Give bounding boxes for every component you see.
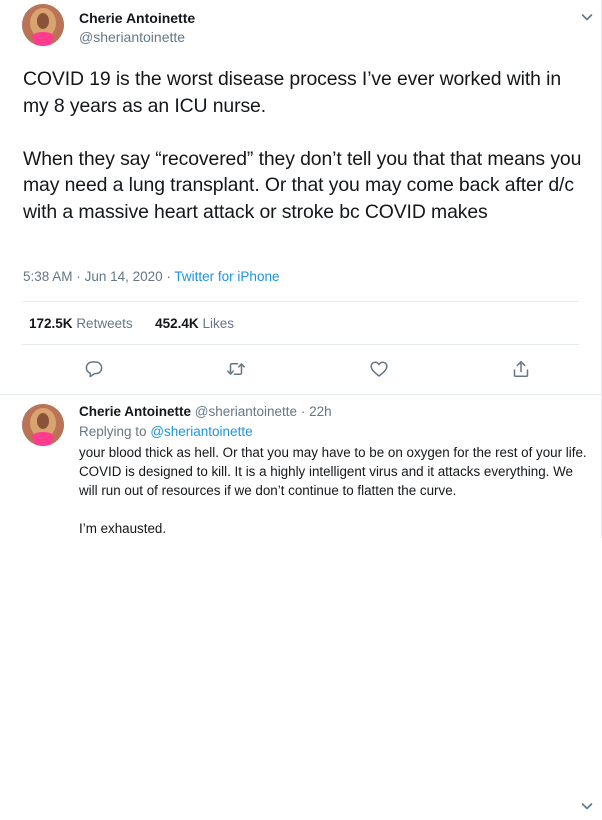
author-handle[interactable]: @sheriantoinette — [79, 29, 185, 45]
avatar-photo — [22, 404, 64, 446]
reply-more-options-chevron-down-icon[interactable] — [578, 797, 596, 815]
divider — [22, 344, 579, 345]
reply-tweet[interactable]: Cherie Antoinette @sheriantoinette · 22h… — [0, 395, 601, 810]
replying-to: Replying to @sheriantoinette — [79, 424, 253, 439]
reply-author-handle[interactable]: @sheriantoinette — [195, 404, 297, 419]
reply-author-avatar[interactable] — [22, 404, 64, 446]
more-options-chevron-down-icon[interactable] — [578, 8, 596, 26]
divider — [22, 301, 579, 302]
reply-icon[interactable] — [84, 359, 104, 379]
retweets-stat[interactable]: 172.5K Retweets — [29, 316, 136, 331]
retweet-icon[interactable] — [226, 359, 246, 379]
like-heart-icon[interactable] — [369, 359, 389, 379]
tweet-stats: 172.5K Retweets 452.4K Likes — [29, 316, 234, 331]
tweet-date[interactable]: Jun 14, 2020 — [85, 269, 163, 284]
meta-separator: · — [300, 404, 306, 419]
tweet-source-link[interactable]: Twitter for iPhone — [174, 269, 279, 284]
author-name[interactable]: Cherie Antoinette — [79, 10, 195, 26]
meta-separator: · — [76, 269, 81, 284]
main-tweet: Cherie Antoinette @sheriantoinette COVID… — [0, 0, 601, 395]
tweet-text: COVID 19 is the worst disease process I’… — [23, 68, 582, 223]
reply-author-name[interactable]: Cherie Antoinette — [79, 404, 191, 419]
replying-to-mention-link[interactable]: @sheriantoinette — [150, 424, 252, 439]
reply-text: your blood thick as hell. Or that you ma… — [79, 445, 587, 536]
replying-to-label: Replying to — [79, 424, 147, 439]
reply-time[interactable]: 22h — [309, 404, 332, 419]
tweet-time[interactable]: 5:38 AM — [23, 269, 73, 284]
likes-count: 452.4K — [155, 316, 199, 331]
meta-separator: · — [166, 269, 171, 284]
author-avatar[interactable] — [22, 4, 64, 46]
share-icon[interactable] — [511, 359, 531, 379]
likes-stat[interactable]: 452.4K Likes — [155, 316, 234, 331]
likes-label: Likes — [202, 316, 234, 331]
retweets-count: 172.5K — [29, 316, 73, 331]
avatar-photo — [22, 4, 64, 46]
tweet-timestamp: 5:38 AM · Jun 14, 2020 · Twitter for iPh… — [23, 269, 279, 284]
retweets-label: Retweets — [76, 316, 133, 331]
reply-header: Cherie Antoinette @sheriantoinette · 22h — [79, 404, 332, 419]
